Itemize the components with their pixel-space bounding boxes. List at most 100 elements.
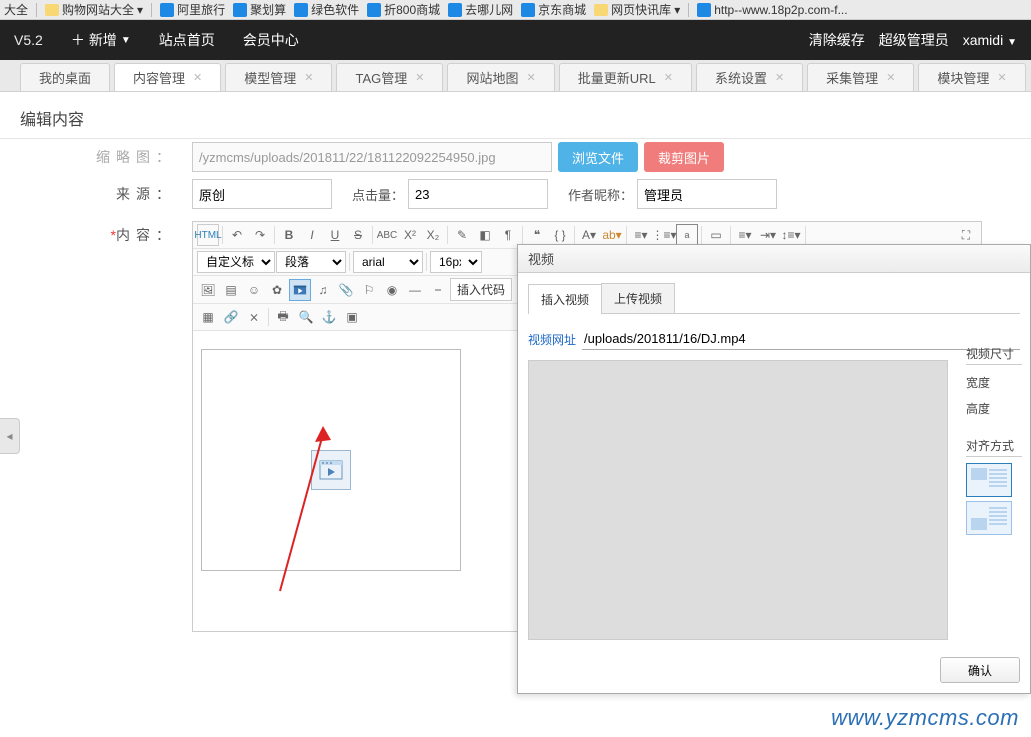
eraser-icon[interactable]: ◧ bbox=[474, 224, 496, 246]
hits-label: 点击量： bbox=[352, 185, 404, 204]
indent-icon[interactable]: ⇥▾ bbox=[757, 224, 779, 246]
close-icon[interactable]: ✕ bbox=[775, 71, 784, 84]
lineheight-icon[interactable]: ↕≡▾ bbox=[780, 224, 802, 246]
ie-icon bbox=[160, 3, 174, 17]
html-source-button[interactable]: HTML bbox=[197, 224, 219, 246]
bookmark-item[interactable]: 购物网站大全 ▾ bbox=[45, 1, 143, 18]
add-new-button[interactable]: ＋ 新增 ▼ bbox=[71, 30, 131, 50]
thumb-label: 缩略图： bbox=[12, 147, 192, 167]
music-icon[interactable]: ♫ bbox=[312, 279, 334, 301]
source-input[interactable] bbox=[192, 179, 332, 209]
subscript-icon[interactable]: ABC bbox=[376, 224, 398, 246]
heading-select[interactable]: 自定义标题 bbox=[197, 251, 275, 273]
attachment-icon[interactable]: 📎 bbox=[335, 279, 357, 301]
unlink-icon[interactable]: ⨯ bbox=[243, 306, 265, 328]
paragraph-select[interactable]: 段落 bbox=[276, 251, 346, 273]
undo-icon[interactable]: ↶ bbox=[226, 224, 248, 246]
close-icon[interactable]: ✕ bbox=[664, 71, 673, 84]
close-icon[interactable]: ✕ bbox=[526, 71, 535, 84]
superscript-icon[interactable]: X² bbox=[399, 224, 421, 246]
hr-icon[interactable]: — bbox=[404, 279, 426, 301]
brush-icon[interactable]: ✎ bbox=[451, 224, 473, 246]
close-icon[interactable]: ✕ bbox=[415, 71, 424, 84]
format-icon[interactable]: ¶ bbox=[497, 224, 519, 246]
fullscreen-icon[interactable]: ⛶ bbox=[955, 224, 977, 246]
multi-image-icon[interactable]: ▤ bbox=[220, 279, 242, 301]
close-icon[interactable]: ✕ bbox=[886, 71, 895, 84]
italic-icon[interactable]: I bbox=[301, 224, 323, 246]
redo-icon[interactable]: ↷ bbox=[249, 224, 271, 246]
print-icon[interactable]: 🖶 bbox=[272, 306, 294, 328]
clear-cache-button[interactable]: 清除缓存 bbox=[809, 30, 865, 50]
tab-desktop[interactable]: 我的桌面 bbox=[20, 63, 110, 91]
bold-icon[interactable]: B bbox=[278, 224, 300, 246]
bookmark-item[interactable]: 绿色软件 bbox=[294, 1, 359, 18]
search-icon[interactable]: 🔍 bbox=[295, 306, 317, 328]
link-icon[interactable]: 🔗 bbox=[220, 306, 242, 328]
align-option-bottom[interactable] bbox=[966, 501, 1012, 535]
sidebar-collapse-button[interactable]: ◂ bbox=[0, 418, 20, 454]
ol-icon[interactable]: ≡▾ bbox=[630, 224, 652, 246]
nav-site-home[interactable]: 站点首页 bbox=[159, 30, 215, 50]
video-placeholder-icon[interactable] bbox=[311, 450, 351, 490]
video-icon[interactable] bbox=[289, 279, 311, 301]
align-option-top[interactable] bbox=[966, 463, 1012, 497]
bookmark-item[interactable]: 京东商城 bbox=[521, 1, 586, 18]
bookmark-item[interactable]: 大全 bbox=[4, 1, 28, 18]
ul-icon[interactable]: ⋮≡▾ bbox=[653, 224, 675, 246]
image-icon[interactable]: 🖼 bbox=[197, 279, 219, 301]
bookmark-item[interactable]: 聚划算 bbox=[233, 1, 286, 18]
nav-member-center[interactable]: 会员中心 bbox=[243, 30, 299, 50]
close-icon[interactable]: ✕ bbox=[997, 71, 1006, 84]
insert-code-button[interactable]: 插入代码 bbox=[450, 278, 512, 301]
tab-system[interactable]: 系统设置✕ bbox=[696, 63, 803, 91]
emoji-icon[interactable]: ☺ bbox=[243, 279, 265, 301]
bookmark-item[interactable]: 去哪儿网 bbox=[448, 1, 513, 18]
img-icon[interactable]: ▭ bbox=[705, 224, 727, 246]
video-url-input[interactable] bbox=[582, 328, 1020, 350]
anchor-icon[interactable]: ⚓ bbox=[318, 306, 340, 328]
bookmark-item[interactable]: http--www.18p2p.com-f... bbox=[697, 3, 847, 17]
subscript2-icon[interactable]: X₂ bbox=[422, 224, 444, 246]
fontsize-select[interactable]: 16px bbox=[430, 251, 482, 273]
content-frame bbox=[201, 349, 461, 571]
thumb-input[interactable] bbox=[192, 142, 552, 172]
bookmark-item[interactable]: 网页快讯库 ▾ bbox=[594, 1, 680, 18]
underline-icon[interactable]: U bbox=[324, 224, 346, 246]
crop-button[interactable]: 裁剪图片 bbox=[644, 142, 724, 172]
tab-batch-url[interactable]: 批量更新URL✕ bbox=[559, 63, 692, 91]
role-label: 超级管理员 bbox=[879, 30, 949, 50]
tab-content[interactable]: 内容管理✕ bbox=[114, 63, 221, 91]
scrawl-icon[interactable]: ✿ bbox=[266, 279, 288, 301]
close-icon[interactable]: ✕ bbox=[304, 71, 313, 84]
select-icon[interactable]: a bbox=[676, 224, 698, 246]
bgcolor-icon[interactable]: ab▾ bbox=[601, 224, 623, 246]
author-input[interactable] bbox=[637, 179, 777, 209]
bookmark-item[interactable]: 阿里旅行 bbox=[160, 1, 225, 18]
user-menu[interactable]: xamidi ▼ bbox=[963, 32, 1017, 48]
map-icon[interactable]: ⚐ bbox=[358, 279, 380, 301]
tab-tag[interactable]: TAG管理✕ bbox=[336, 63, 443, 91]
strikethrough-icon[interactable]: S bbox=[347, 224, 369, 246]
dialog-title[interactable]: 视频 bbox=[518, 245, 1030, 273]
table-icon[interactable]: ▦ bbox=[197, 306, 219, 328]
ok-button[interactable]: 确认 bbox=[940, 657, 1020, 683]
tab-insert-video[interactable]: 插入视频 bbox=[528, 284, 602, 314]
font-select[interactable]: arial bbox=[353, 251, 423, 273]
fontcolor-icon[interactable]: A▾ bbox=[578, 224, 600, 246]
tab-module[interactable]: 模块管理✕ bbox=[918, 63, 1025, 91]
tab-collect[interactable]: 采集管理✕ bbox=[807, 63, 914, 91]
code-icon[interactable]: { } bbox=[549, 224, 571, 246]
bookmark-item[interactable]: 折800商城 bbox=[367, 1, 440, 18]
pagebreak-icon[interactable]: ⎯ bbox=[427, 279, 449, 301]
hits-input[interactable] bbox=[408, 179, 548, 209]
tab-upload-video[interactable]: 上传视频 bbox=[601, 283, 675, 313]
tab-sitemap[interactable]: 网站地图✕ bbox=[447, 63, 554, 91]
tab-model[interactable]: 模型管理✕ bbox=[225, 63, 332, 91]
preview-icon[interactable]: ▣ bbox=[341, 306, 363, 328]
align-icon[interactable]: ≡▾ bbox=[734, 224, 756, 246]
gmap-icon[interactable]: ◉ bbox=[381, 279, 403, 301]
browse-button[interactable]: 浏览文件 bbox=[558, 142, 638, 172]
quote-icon[interactable]: ❝ bbox=[526, 224, 548, 246]
close-icon[interactable]: ✕ bbox=[193, 71, 202, 84]
